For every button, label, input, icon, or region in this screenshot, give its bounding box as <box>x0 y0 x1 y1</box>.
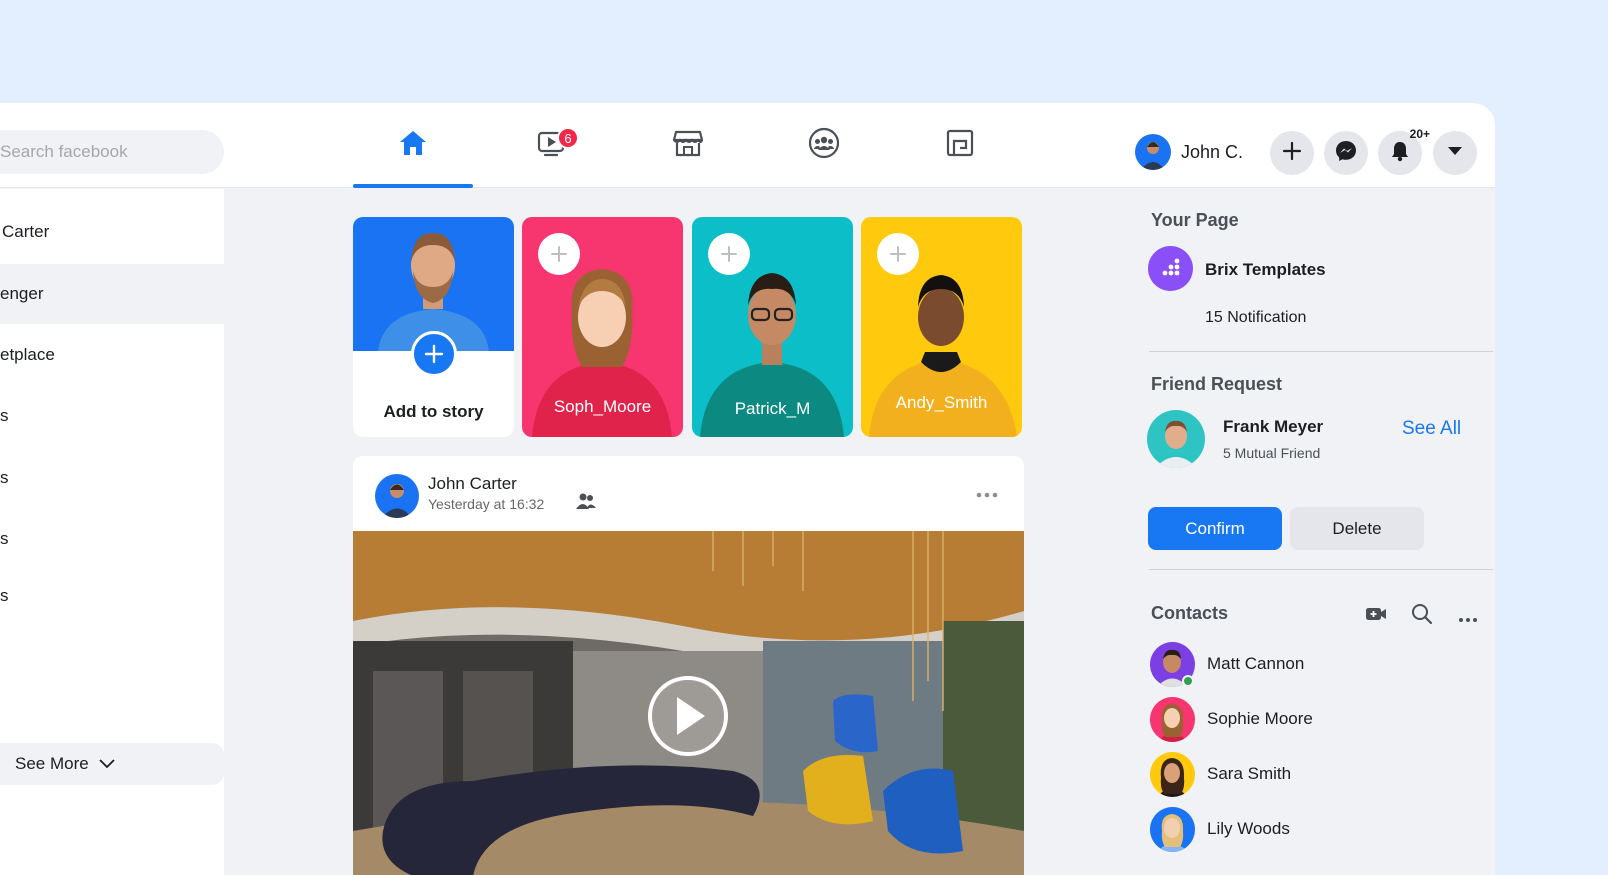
tab-home[interactable] <box>353 103 473 188</box>
friend-request-avatar[interactable] <box>1147 410 1205 468</box>
notifications-count: 20+ <box>1409 127 1430 141</box>
user-name: John C. <box>1181 141 1244 162</box>
search-icon[interactable] <box>1411 603 1433 630</box>
see-more-label: See More <box>15 754 89 773</box>
friend-request-name[interactable]: Frank Meyer <box>1223 417 1323 437</box>
story-plus-icon <box>708 233 750 275</box>
post-author-avatar[interactable] <box>375 474 419 518</box>
contact-item[interactable]: Sophie Moore <box>1150 696 1313 742</box>
sidebar-item-profile[interactable]: Carter <box>0 202 224 262</box>
post-author[interactable]: John Carter <box>428 474 517 494</box>
contact-item[interactable]: Sara Smith <box>1150 751 1291 797</box>
office-lobby-image <box>353 531 1024 875</box>
story-patrick-m[interactable]: Patrick_M <box>692 217 853 437</box>
delete-button[interactable]: Delete <box>1290 507 1424 550</box>
friend-request-title: Friend Request <box>1151 374 1283 394</box>
sidebar-item-memories[interactable]: s <box>0 566 224 626</box>
gaming-icon <box>945 128 975 163</box>
sidebar-item-label: s <box>0 406 9 425</box>
profile-chip[interactable]: John C. <box>1135 133 1243 171</box>
story-name: Patrick_M <box>734 399 811 418</box>
online-indicator <box>1182 674 1194 687</box>
tab-watch[interactable]: 6 <box>491 103 611 188</box>
new-room-icon[interactable] <box>1365 605 1387 628</box>
watch-badge: 6 <box>557 127 579 149</box>
confirm-button[interactable]: Confirm <box>1148 507 1282 550</box>
create-button[interactable] <box>1270 131 1314 175</box>
post-card: John Carter Yesterday at 16:32 <box>353 456 1024 875</box>
messenger-icon <box>1335 140 1357 167</box>
search-bar[interactable] <box>0 130 224 174</box>
tab-groups[interactable] <box>764 103 884 188</box>
caret-down-icon <box>1446 144 1464 162</box>
divider <box>1149 569 1493 570</box>
plus-icon <box>1282 141 1302 166</box>
top-bar: 6 John C. <box>0 103 1495 188</box>
story-soph-moore[interactable]: Soph_Moore <box>522 217 683 437</box>
bell-icon <box>1390 140 1410 167</box>
story-andy-smith[interactable]: Andy_Smith <box>861 217 1022 437</box>
contact-name: Matt Cannon <box>1207 654 1305 673</box>
notifications-button[interactable]: 20+ <box>1378 127 1430 175</box>
story-name: Andy_Smith <box>895 393 988 412</box>
contact-name: Lily Woods <box>1207 819 1290 838</box>
more-options-icon[interactable] <box>975 486 999 504</box>
page-name[interactable]: Brix Templates <box>1205 260 1326 280</box>
contact-avatar <box>1150 696 1195 742</box>
sidebar-item-label: Carter <box>2 222 50 241</box>
story-plus-icon <box>538 233 580 275</box>
contact-avatar <box>1150 806 1195 852</box>
chevron-down-icon <box>99 754 115 774</box>
page-notifications[interactable]: 15 Notification <box>1205 309 1306 327</box>
brix-logo-icon <box>1162 258 1179 275</box>
mutual-friends: 5 Mutual Friend <box>1223 445 1321 461</box>
contacts-title: Contacts <box>1151 603 1229 623</box>
account-menu-button[interactable] <box>1433 131 1477 175</box>
post-video[interactable] <box>353 531 1024 875</box>
see-all-link[interactable]: See All <box>1402 418 1461 440</box>
messenger-button[interactable] <box>1324 131 1368 175</box>
sidebar-item-groups[interactable]: s <box>0 386 224 446</box>
contact-name: Sophie Moore <box>1207 709 1313 728</box>
store-icon <box>672 128 704 163</box>
add-story-label: Add to story <box>383 402 484 421</box>
post-timestamp[interactable]: Yesterday at 16:32 <box>428 496 544 512</box>
sidebar-item-label: s <box>0 529 9 548</box>
left-sidebar: Carter enger etplace s s s s See More <box>0 189 224 875</box>
app-window: 6 John C. <box>0 103 1495 875</box>
story-name: Soph_Moore <box>553 397 652 416</box>
contact-item[interactable]: Lily Woods <box>1150 806 1290 852</box>
divider <box>1149 351 1493 352</box>
sidebar-item-label: etplace <box>0 345 55 364</box>
add-story-plus-icon <box>411 331 457 377</box>
tab-marketplace[interactable] <box>628 103 748 188</box>
friends-icon <box>576 492 596 515</box>
more-options-icon[interactable] <box>1458 610 1478 628</box>
sidebar-item-label: s <box>0 468 9 487</box>
home-icon <box>398 129 428 162</box>
user-avatar <box>1135 134 1171 170</box>
contact-name: Sara Smith <box>1207 764 1292 783</box>
story-add[interactable]: Add to story <box>353 217 514 437</box>
sidebar-item-messenger[interactable]: enger <box>0 264 224 324</box>
sidebar-item-watch[interactable]: s <box>0 448 224 508</box>
search-input[interactable] <box>0 142 200 162</box>
contact-item[interactable]: Matt Cannon <box>1150 641 1304 687</box>
sidebar-item-label: enger <box>0 284 44 303</box>
sidebar-item-label: s <box>0 586 9 605</box>
your-page-title: Your Page <box>1151 210 1239 230</box>
sidebar-item-marketplace[interactable]: etplace <box>0 325 224 385</box>
tab-gaming[interactable] <box>900 103 1020 188</box>
page-logo[interactable] <box>1148 246 1193 291</box>
see-more-button[interactable]: See More <box>0 743 224 785</box>
contact-avatar <box>1150 751 1195 797</box>
story-plus-icon <box>877 233 919 275</box>
groups-icon <box>808 127 840 164</box>
sidebar-item-events[interactable]: s <box>0 509 224 569</box>
